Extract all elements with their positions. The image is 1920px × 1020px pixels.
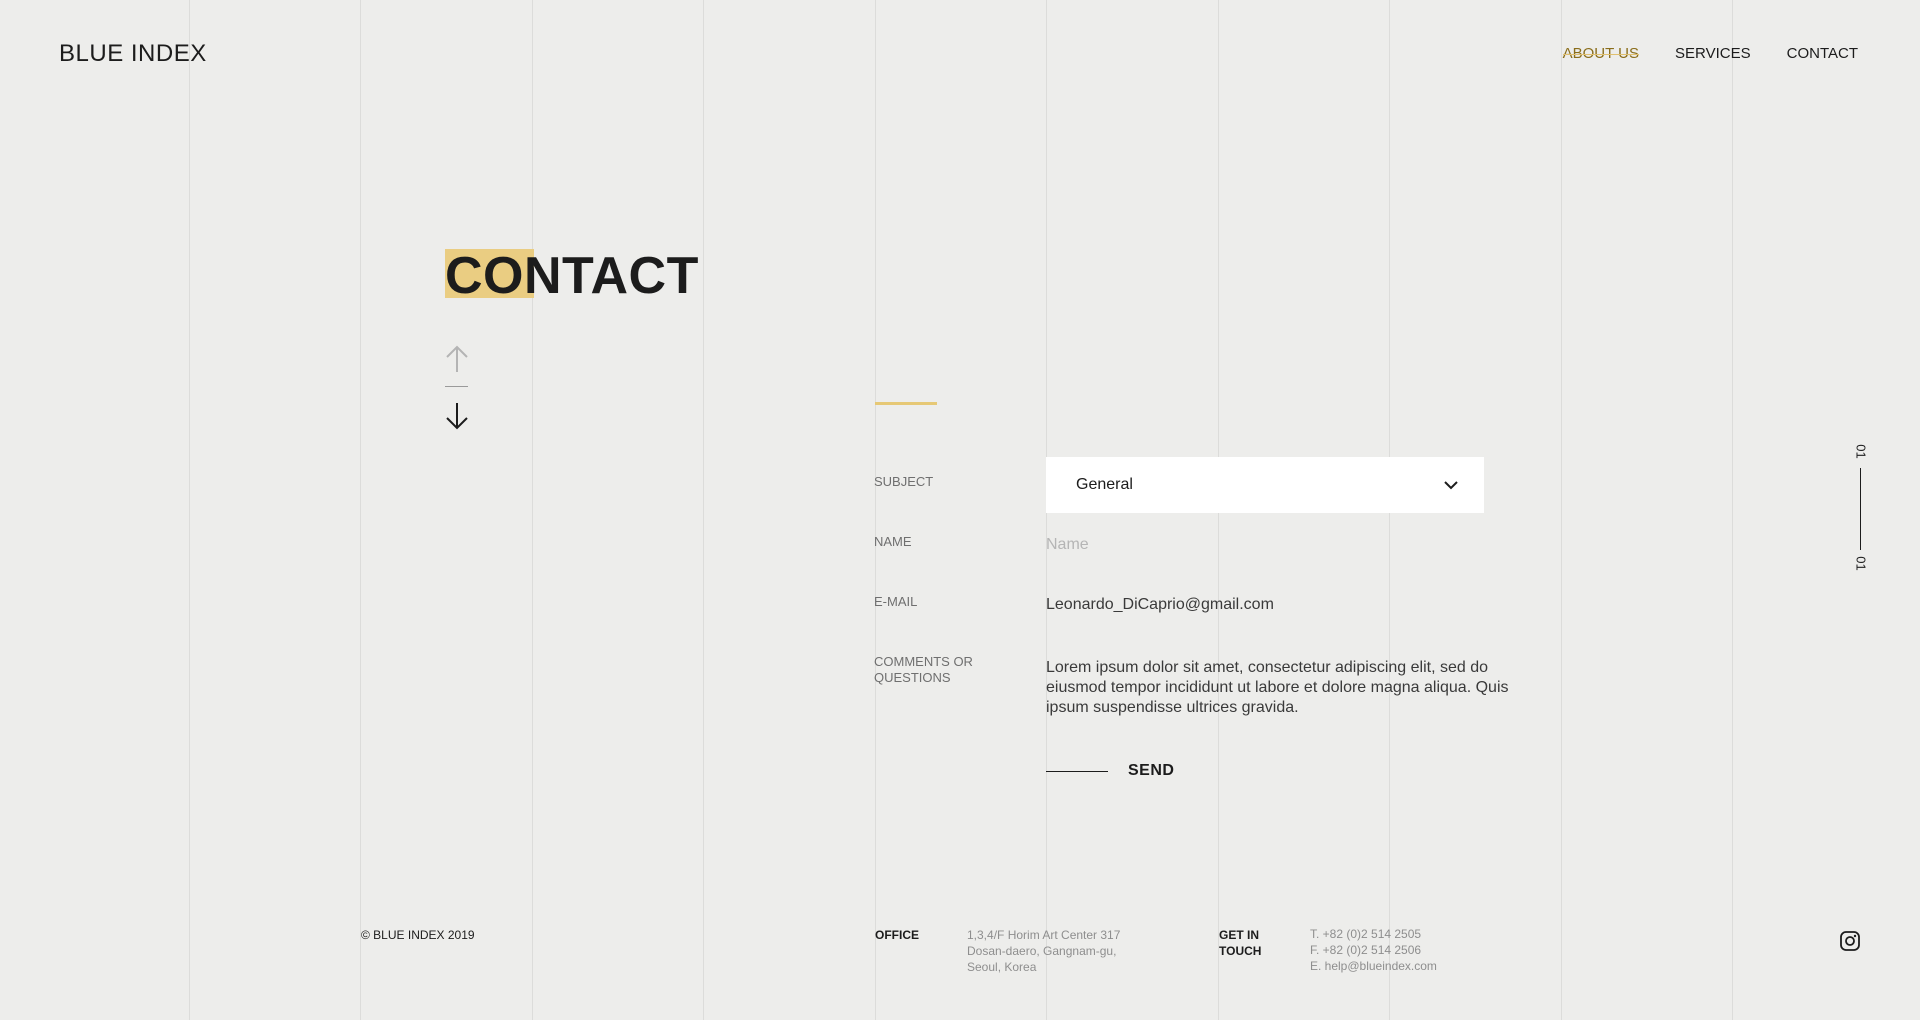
arrow-divider <box>445 386 468 387</box>
copyright: © BLUE INDEX 2019 <box>361 928 475 942</box>
email-label: E-MAIL <box>874 594 918 609</box>
office-heading: OFFICE <box>875 928 919 942</box>
nav-about-us[interactable]: ABOUT US <box>1562 45 1640 62</box>
contact-details: T. +82 (0)2 514 2505 F. +82 (0)2 514 250… <box>1310 926 1437 974</box>
grid-line <box>360 0 361 1020</box>
nav-services[interactable]: SERVICES <box>1675 45 1751 62</box>
name-input[interactable]: Name <box>1046 536 1089 554</box>
name-label: NAME <box>874 534 912 549</box>
comments-label: COMMENTS OR QUESTIONS <box>874 654 973 685</box>
phone-number[interactable]: T. +82 (0)2 514 2505 <box>1310 926 1437 942</box>
section-accent-line <box>875 402 937 405</box>
arrow-up-icon[interactable] <box>444 344 470 374</box>
subject-label: SUBJECT <box>874 474 934 489</box>
email-link[interactable]: E. help@blueindex.com <box>1310 958 1437 974</box>
office-line: Seoul, Korea <box>967 960 1037 974</box>
section-pager: 01 01 <box>1852 444 1870 574</box>
comments-textarea[interactable]: Lorem ipsum dolor sit amet, consectetur … <box>1046 658 1516 718</box>
page-title: CONTACT <box>445 247 699 305</box>
logo[interactable]: BLUE INDEX <box>59 40 207 68</box>
grid-line <box>189 0 190 1020</box>
subject-select[interactable]: General <box>1046 457 1484 513</box>
contact-heading: GET IN TOUCH <box>1219 928 1262 958</box>
office-line: Dosan-daero, Gangnam-gu, <box>967 944 1117 958</box>
grid-line <box>532 0 533 1020</box>
instagram-icon[interactable] <box>1840 931 1860 951</box>
fax-number: F. +82 (0)2 514 2506 <box>1310 943 1422 957</box>
send-button[interactable]: SEND <box>1046 762 1174 780</box>
office-line: 1,3,4/F Horim Art Center 317 <box>967 928 1121 942</box>
pager-bar <box>1860 468 1861 550</box>
office-address: 1,3,4/F Horim Art Center 317 Dosan-daero… <box>967 927 1120 975</box>
nav-contact[interactable]: CONTACT <box>1787 45 1858 62</box>
email-input[interactable]: Leonardo_DiCaprio@gmail.com <box>1046 596 1274 614</box>
pager-total: 01 <box>1853 556 1869 571</box>
subject-value: General <box>1076 476 1133 493</box>
pager-current: 01 <box>1853 444 1869 459</box>
send-label: SEND <box>1128 762 1175 779</box>
grid-line <box>703 0 704 1020</box>
grid-line <box>875 0 876 1020</box>
arrow-down-icon[interactable] <box>444 401 470 431</box>
grid-line <box>1561 0 1562 1020</box>
send-line <box>1046 770 1108 772</box>
grid-line <box>1732 0 1733 1020</box>
chevron-down-icon <box>1444 481 1458 490</box>
main-nav: ABOUT US SERVICES CONTACT <box>1562 45 1858 62</box>
